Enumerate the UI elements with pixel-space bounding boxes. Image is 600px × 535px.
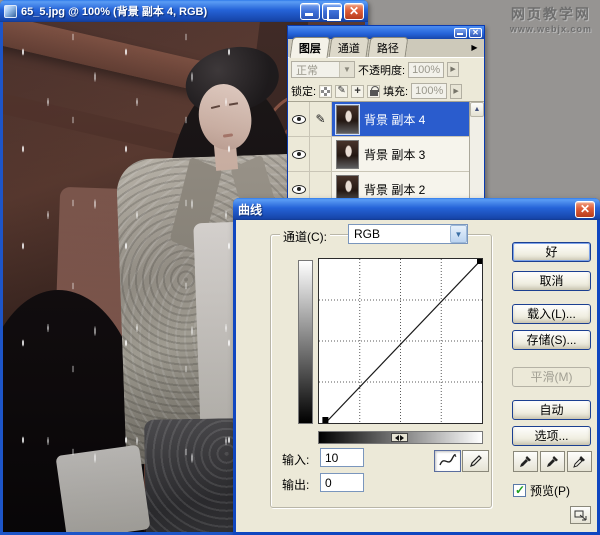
preview-label: 预览(P) <box>530 482 570 499</box>
eyedropper-icon <box>573 455 586 468</box>
resize-arrow-icon <box>574 510 588 521</box>
fill-label: 填充: <box>383 83 408 99</box>
layer-thumbnail[interactable] <box>336 140 359 169</box>
maximize-button[interactable] <box>322 3 342 20</box>
gradient-flip-slider[interactable] <box>391 433 408 442</box>
lock-paint-button[interactable] <box>335 85 348 98</box>
preview-checkbox-row[interactable]: 预览(P) <box>513 482 570 499</box>
white-point-eyedropper-button[interactable] <box>567 451 592 472</box>
layer-name: 背景 副本 3 <box>364 146 425 163</box>
input-label: 输入: <box>282 451 309 468</box>
smooth-curve-icon <box>439 454 457 468</box>
layer-thumbnail[interactable] <box>336 105 359 134</box>
channel-select[interactable]: RGB <box>348 224 468 244</box>
lock-label: 锁定: <box>291 83 316 99</box>
curves-dialog-titlebar[interactable]: 曲线 <box>233 198 600 220</box>
watermark: 网页教学网 www.webjx.com <box>510 4 592 34</box>
layer-name: 背景 副本 2 <box>364 181 425 198</box>
gray-point-eyedropper-button[interactable] <box>540 451 565 472</box>
paint-indicator-cell[interactable] <box>310 137 332 171</box>
preview-checkbox[interactable] <box>513 484 526 497</box>
paint-indicator-cell[interactable] <box>310 102 332 136</box>
dialog-title: 曲线 <box>238 201 575 218</box>
blend-mode-value: 正常 <box>296 62 318 78</box>
fill-slider-arrow-icon[interactable] <box>450 84 462 99</box>
eye-icon <box>292 185 306 194</box>
curve-point-tool-button[interactable] <box>434 450 461 472</box>
layers-panel: 图层 通道 路径 正常 不透明度: 100% 锁定: 填充: 100% 背景 副… <box>287 25 485 208</box>
auto-button[interactable]: 自动 <box>512 400 591 420</box>
curve-plot <box>319 259 482 423</box>
layer-name: 背景 副本 4 <box>364 111 425 128</box>
move-icon <box>354 86 360 96</box>
eye-icon <box>292 115 306 124</box>
panel-minimize-button[interactable] <box>454 28 467 38</box>
layers-list: 背景 副本 4 背景 副本 3 背景 副本 2 <box>288 101 484 206</box>
panel-close-button[interactable] <box>469 28 482 38</box>
curve-grid[interactable] <box>318 258 483 424</box>
lock-all-button[interactable] <box>367 85 380 98</box>
blend-mode-select[interactable]: 正常 <box>291 61 355 78</box>
tab-layers[interactable]: 图层 <box>290 37 331 58</box>
eyedropper-icon <box>519 455 532 468</box>
document-icon <box>4 5 17 18</box>
visibility-toggle[interactable] <box>288 102 310 136</box>
save-button[interactable]: 存储(S)... <box>512 330 591 350</box>
resize-toggle-button[interactable] <box>570 506 591 524</box>
layer-row-bg-copy4[interactable]: 背景 副本 4 <box>288 102 469 137</box>
blend-mode-row: 正常 不透明度: 100% <box>288 58 484 81</box>
triangle-left-icon <box>395 435 399 441</box>
lock-position-button[interactable] <box>351 85 364 98</box>
input-field[interactable] <box>320 448 364 467</box>
fill-value[interactable]: 100% <box>411 83 447 99</box>
watermark-url: www.webjx.com <box>510 24 592 34</box>
brush-icon <box>337 86 345 96</box>
output-gradient-bar <box>298 260 313 424</box>
window-titlebar[interactable]: 65_5.jpg @ 100% (背景 副本 4, RGB) <box>0 0 368 22</box>
eye-icon <box>292 150 306 159</box>
channel-label: 通道(C): <box>280 228 330 245</box>
tab-channels[interactable]: 通道 <box>329 37 370 57</box>
opacity-label: 不透明度: <box>358 62 405 78</box>
dialog-close-button[interactable] <box>575 201 595 218</box>
panel-menu-arrow-icon[interactable] <box>468 42 481 54</box>
lock-transparency-button[interactable] <box>319 85 332 98</box>
eyedropper-icon <box>546 455 559 468</box>
lock-row: 锁定: 填充: 100% <box>288 81 484 101</box>
opacity-value[interactable]: 100% <box>408 62 444 78</box>
brush-icon <box>315 112 325 126</box>
layers-scrollbar[interactable] <box>469 102 484 206</box>
smooth-button[interactable]: 平滑(M) <box>512 367 591 387</box>
options-button[interactable]: 选项... <box>512 426 591 446</box>
output-label: 输出: <box>282 476 309 493</box>
watermark-title: 网页教学网 <box>510 4 592 24</box>
input-gradient-bar <box>318 431 483 444</box>
pencil-icon <box>469 454 483 468</box>
lock-icon <box>370 90 378 96</box>
chevron-down-icon <box>339 62 354 77</box>
curves-dialog-body: 通道(C): RGB 输入: 输出: <box>236 220 597 532</box>
channel-value: RGB <box>354 227 380 241</box>
output-field[interactable] <box>320 473 364 492</box>
tab-paths[interactable]: 路径 <box>368 37 409 57</box>
black-point-eyedropper-button[interactable] <box>513 451 538 472</box>
ok-button[interactable]: 好 <box>512 242 591 262</box>
opacity-slider-arrow-icon[interactable] <box>447 62 459 77</box>
load-button[interactable]: 载入(L)... <box>512 304 591 324</box>
pencil-tool-button[interactable] <box>462 450 489 472</box>
chevron-down-icon <box>450 225 467 243</box>
visibility-toggle[interactable] <box>288 137 310 171</box>
triangle-right-icon <box>400 435 404 441</box>
close-button[interactable] <box>344 3 364 20</box>
minimize-button[interactable] <box>300 3 320 20</box>
checkerboard-icon <box>321 87 330 96</box>
curves-dialog: 曲线 通道(C): RGB 输入: <box>233 198 600 535</box>
window-title: 65_5.jpg @ 100% (背景 副本 4, RGB) <box>21 3 300 19</box>
layer-row-bg-copy3[interactable]: 背景 副本 3 <box>288 137 469 172</box>
cancel-button[interactable]: 取消 <box>512 271 591 291</box>
scroll-up-arrow-icon[interactable] <box>470 102 484 117</box>
panel-tabs: 图层 通道 路径 <box>288 39 484 58</box>
